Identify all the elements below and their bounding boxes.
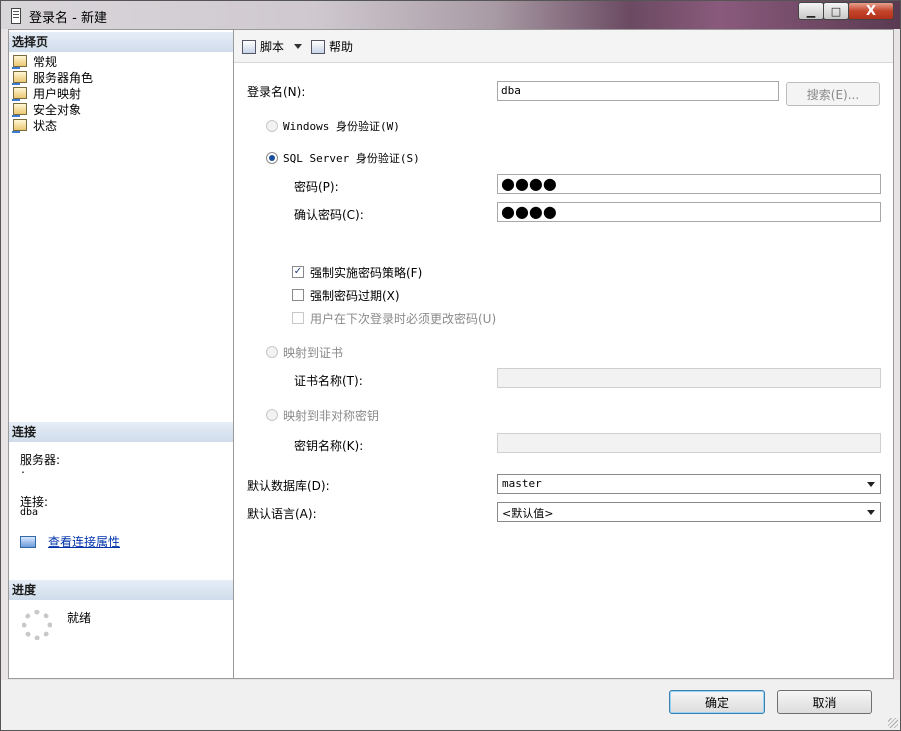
page-item-label: 服务器角色 [33,70,94,85]
default-database-value: master [502,477,542,490]
default-language-value: <默认值> [502,507,554,520]
must-change-checkbox[interactable] [292,312,304,324]
key-name-label: 密钥名称(K): [294,439,364,453]
server-value: . [20,465,27,476]
map-cert-radio[interactable] [266,346,278,358]
ok-button[interactable]: 确定 [669,690,765,714]
close-button[interactable]: X [848,2,894,20]
enforce-policy-label: 强制实施密码策略(F) [310,266,423,280]
must-change-label: 用户在下次登录时必须更改密码(U) [310,312,497,326]
confirm-password-input[interactable]: ●●●● [497,202,881,222]
enforce-expiration-label: 强制密码过期(X) [310,289,400,303]
script-icon [242,39,256,54]
default-language-label: 默认语言(A): [247,507,317,521]
default-language-select[interactable]: <默认值> [497,502,881,522]
page-icon [12,119,27,133]
title-bar[interactable]: 登录名 - 新建 ▁ □ X [1,1,900,29]
cancel-button[interactable]: 取消 [777,690,872,714]
search-button[interactable]: 搜索(E)... [786,82,880,106]
page-icon [12,103,27,117]
view-connection-properties[interactable]: 查看连接属性 [20,533,120,550]
windows-auth-label: Windows 身份验证(W) [283,120,400,133]
resize-grip-icon[interactable] [888,718,898,728]
general-page-form: 登录名(N): dba 搜索(E)... Windows 身份验证(W) SQL… [234,63,893,678]
script-label: 脚本 [260,40,285,54]
cert-name-label: 证书名称(T): [294,374,363,388]
page-item-label: 常规 [33,54,58,69]
default-database-label: 默认数据库(D): [247,479,330,493]
toolbar: 脚本 帮助 [234,30,893,63]
connection-header: 连接 [9,422,233,442]
windows-auth-radio[interactable] [266,120,278,132]
chevron-down-icon [867,510,875,515]
page-item-user-mapping[interactable]: 用户映射 [12,85,82,101]
cert-name-input[interactable] [497,368,881,388]
help-button[interactable]: 帮助 [311,38,353,55]
page-item-general[interactable]: 常规 [12,53,58,69]
sql-auth-radio[interactable] [266,152,278,164]
page-item-server-roles[interactable]: 服务器角色 [12,69,94,85]
progress-header: 进度 [9,580,233,600]
page-item-label: 状态 [33,118,58,133]
page-icon [12,71,27,85]
right-pane: 脚本 帮助 登录名(N): dba 搜索(E)... Windows 身份验证(… [234,30,893,678]
dialog-client: 选择页 常规 服务器角色 用户映射 安全对象 状态 连接 服务器: . 连接: … [8,29,894,679]
connection-value: dba [20,507,39,518]
help-label: 帮助 [329,40,354,54]
default-database-select[interactable]: master [497,474,881,494]
map-cert-label: 映射到证书 [283,346,344,360]
confirm-password-label: 确认密码(C): [294,208,364,222]
chevron-down-icon[interactable] [294,44,303,49]
left-pane: 选择页 常规 服务器角色 用户映射 安全对象 状态 连接 服务器: . 连接: … [9,30,234,678]
progress-spinner-icon [22,610,52,640]
key-name-input[interactable] [497,433,881,453]
select-page-header: 选择页 [9,32,233,52]
connection-properties-icon [20,535,36,548]
map-asym-key-radio[interactable] [266,409,278,421]
page-item-label: 安全对象 [33,102,82,117]
page-item-status[interactable]: 状态 [12,117,58,133]
page-icon [12,87,27,101]
enforce-policy-checkbox[interactable]: ✓ [292,266,304,278]
page-item-securables[interactable]: 安全对象 [12,101,82,117]
maximize-button[interactable]: □ [823,2,849,20]
script-button[interactable]: 脚本 [242,38,303,55]
sql-auth-label: SQL Server 身份验证(S) [283,152,420,165]
map-asym-key-label: 映射到非对称密钥 [283,409,380,423]
login-name-label: 登录名(N): [247,85,306,99]
caption-buttons: ▁ □ X [798,2,894,20]
dialog-footer: 确定 取消 [1,680,900,730]
login-name-input[interactable]: dba [497,81,779,101]
enforce-expiration-checkbox[interactable] [292,289,304,301]
chevron-down-icon [867,482,875,487]
page-icon [12,55,27,69]
login-new-dialog: 登录名 - 新建 ▁ □ X 选择页 常规 服务器角色 用户映射 安全对象 状态… [0,0,901,731]
page-item-label: 用户映射 [33,86,82,101]
document-icon [11,8,21,24]
help-icon [311,39,325,54]
window-title: 登录名 - 新建 [29,11,107,26]
password-input[interactable]: ●●●● [497,174,881,194]
view-connection-properties-link[interactable]: 查看连接属性 [48,533,120,550]
minimize-button[interactable]: ▁ [798,2,824,20]
password-label: 密码(P): [294,180,339,194]
progress-status: 就绪 [67,611,92,625]
